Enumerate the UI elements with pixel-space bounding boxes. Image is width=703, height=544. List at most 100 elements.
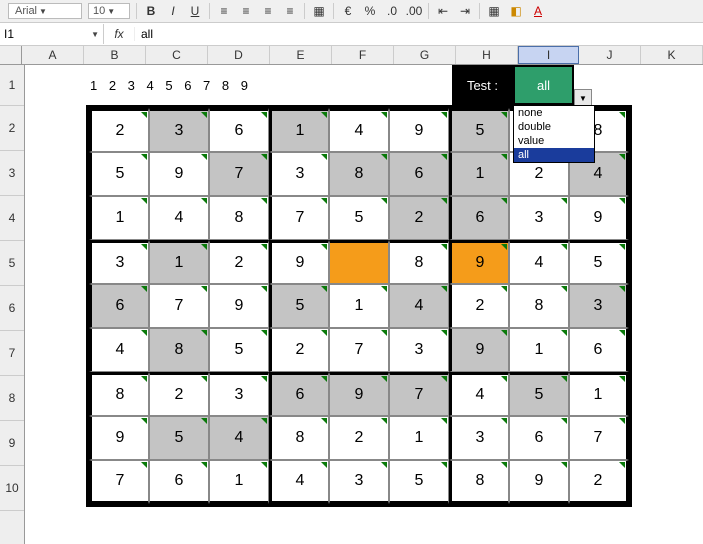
column-header-B[interactable]: B (84, 46, 146, 64)
sudoku-cell-r7-c4[interactable]: 6 (269, 372, 329, 416)
column-header-J[interactable]: J (579, 46, 641, 64)
sudoku-cell-r2-c3[interactable]: 7 (209, 152, 269, 196)
sudoku-cell-r6-c7[interactable]: 9 (449, 328, 509, 372)
sudoku-cell-r6-c4[interactable]: 2 (269, 328, 329, 372)
column-header-E[interactable]: E (270, 46, 332, 64)
sudoku-cell-r9-c6[interactable]: 5 (389, 460, 449, 504)
sudoku-cell-r8-c5[interactable]: 2 (329, 416, 389, 460)
sudoku-cell-r3-c7[interactable]: 6 (449, 196, 509, 240)
sudoku-cell-r8-c7[interactable]: 3 (449, 416, 509, 460)
sudoku-cell-r4-c4[interactable]: 9 (269, 240, 329, 284)
sudoku-cell-r5-c4[interactable]: 5 (269, 284, 329, 328)
underline-icon[interactable]: U (187, 3, 203, 19)
sudoku-cell-r8-c4[interactable]: 8 (269, 416, 329, 460)
sudoku-cell-r7-c7[interactable]: 4 (449, 372, 509, 416)
column-header-D[interactable]: D (208, 46, 270, 64)
row-header-7[interactable]: 7 (0, 331, 24, 376)
dropdown-option-none[interactable]: none (514, 106, 594, 120)
sudoku-cell-r4-c5[interactable] (329, 240, 389, 284)
sudoku-cell-r4-c8[interactable]: 4 (509, 240, 569, 284)
decimal-dec-icon[interactable]: .0 (384, 3, 400, 19)
validation-cell[interactable]: all (513, 65, 574, 105)
font-color-icon[interactable]: A (530, 3, 546, 19)
sudoku-cell-r7-c5[interactable]: 9 (329, 372, 389, 416)
sudoku-cell-r9-c4[interactable]: 4 (269, 460, 329, 504)
sudoku-cell-r1-c3[interactable]: 6 (209, 108, 269, 152)
sudoku-cell-r9-c1[interactable]: 7 (89, 460, 149, 504)
justify-icon[interactable]: ≡ (282, 3, 298, 19)
name-box[interactable]: I1▼ (0, 24, 104, 44)
sudoku-cell-r6-c1[interactable]: 4 (89, 328, 149, 372)
sudoku-cell-r8-c8[interactable]: 6 (509, 416, 569, 460)
sudoku-cell-r6-c3[interactable]: 5 (209, 328, 269, 372)
sudoku-cell-r2-c4[interactable]: 3 (269, 152, 329, 196)
sudoku-cell-r4-c9[interactable]: 5 (569, 240, 629, 284)
sudoku-cell-r5-c9[interactable]: 3 (569, 284, 629, 328)
sudoku-cell-r2-c7[interactable]: 1 (449, 152, 509, 196)
decimal-inc-icon[interactable]: .00 (406, 3, 422, 19)
sudoku-cell-r7-c8[interactable]: 5 (509, 372, 569, 416)
dropdown-option-double[interactable]: double (514, 120, 594, 134)
sudoku-cell-r4-c7[interactable]: 9 (449, 240, 509, 284)
dropdown-option-value[interactable]: value (514, 134, 594, 148)
sudoku-cell-r3-c3[interactable]: 8 (209, 196, 269, 240)
sudoku-cell-r3-c9[interactable]: 9 (569, 196, 629, 240)
sudoku-cell-r9-c7[interactable]: 8 (449, 460, 509, 504)
sudoku-cell-r8-c2[interactable]: 5 (149, 416, 209, 460)
sudoku-cell-r7-c1[interactable]: 8 (89, 372, 149, 416)
dropdown-option-all[interactable]: all (514, 148, 594, 162)
sudoku-cell-r1-c7[interactable]: 5 (449, 108, 509, 152)
sudoku-cell-r3-c5[interactable]: 5 (329, 196, 389, 240)
column-header-F[interactable]: F (332, 46, 394, 64)
font-name-selector[interactable]: Arial▼ (8, 3, 82, 19)
sudoku-cell-r8-c3[interactable]: 4 (209, 416, 269, 460)
italic-icon[interactable]: I (165, 3, 181, 19)
font-size-selector[interactable]: 10▼ (88, 3, 130, 19)
sudoku-grid[interactable]: 2361495859738612414875263931298945679514… (86, 105, 632, 507)
sudoku-cell-r7-c3[interactable]: 3 (209, 372, 269, 416)
formula-input[interactable]: all (135, 27, 703, 41)
sudoku-cell-r6-c6[interactable]: 3 (389, 328, 449, 372)
sudoku-cell-r5-c6[interactable]: 4 (389, 284, 449, 328)
sudoku-cell-r7-c9[interactable]: 1 (569, 372, 629, 416)
row-header-2[interactable]: 2 (0, 106, 24, 151)
percent-icon[interactable]: % (362, 3, 378, 19)
row-header-3[interactable]: 3 (0, 151, 24, 196)
sudoku-cell-r6-c2[interactable]: 8 (149, 328, 209, 372)
column-header-C[interactable]: C (146, 46, 208, 64)
sudoku-cell-r9-c8[interactable]: 9 (509, 460, 569, 504)
sudoku-cell-r2-c5[interactable]: 8 (329, 152, 389, 196)
row-header-5[interactable]: 5 (0, 241, 24, 286)
row-header-4[interactable]: 4 (0, 196, 24, 241)
sudoku-cell-r8-c1[interactable]: 9 (89, 416, 149, 460)
sudoku-cell-r1-c2[interactable]: 3 (149, 108, 209, 152)
align-right-icon[interactable]: ≡ (260, 3, 276, 19)
currency-icon[interactable]: € (340, 3, 356, 19)
worksheet-cells[interactable]: 1 2 3 4 5 6 7 8 9 Test : all ▼ nonedoubl… (25, 65, 703, 544)
bold-icon[interactable]: B (143, 3, 159, 19)
sudoku-cell-r5-c3[interactable]: 9 (209, 284, 269, 328)
sudoku-cell-r5-c1[interactable]: 6 (89, 284, 149, 328)
sudoku-cell-r4-c2[interactable]: 1 (149, 240, 209, 284)
sudoku-cell-r4-c3[interactable]: 2 (209, 240, 269, 284)
sudoku-cell-r7-c2[interactable]: 2 (149, 372, 209, 416)
sudoku-cell-r3-c2[interactable]: 4 (149, 196, 209, 240)
sudoku-cell-r4-c1[interactable]: 3 (89, 240, 149, 284)
fx-icon[interactable]: fx (104, 27, 135, 41)
sudoku-cell-r9-c2[interactable]: 6 (149, 460, 209, 504)
align-center-icon[interactable]: ≡ (238, 3, 254, 19)
indent-inc-icon[interactable]: ⇥ (457, 3, 473, 19)
sudoku-cell-r9-c3[interactable]: 1 (209, 460, 269, 504)
fill-color-icon[interactable]: ◧ (508, 3, 524, 19)
sudoku-cell-r1-c6[interactable]: 9 (389, 108, 449, 152)
sudoku-cell-r3-c4[interactable]: 7 (269, 196, 329, 240)
sudoku-cell-r2-c6[interactable]: 6 (389, 152, 449, 196)
sudoku-cell-r6-c8[interactable]: 1 (509, 328, 569, 372)
sudoku-cell-r5-c7[interactable]: 2 (449, 284, 509, 328)
sudoku-cell-r5-c5[interactable]: 1 (329, 284, 389, 328)
sudoku-cell-r3-c6[interactable]: 2 (389, 196, 449, 240)
sudoku-cell-r9-c5[interactable]: 3 (329, 460, 389, 504)
select-all-corner[interactable] (0, 46, 22, 64)
sudoku-cell-r1-c1[interactable]: 2 (89, 108, 149, 152)
column-header-I[interactable]: I (518, 46, 579, 64)
